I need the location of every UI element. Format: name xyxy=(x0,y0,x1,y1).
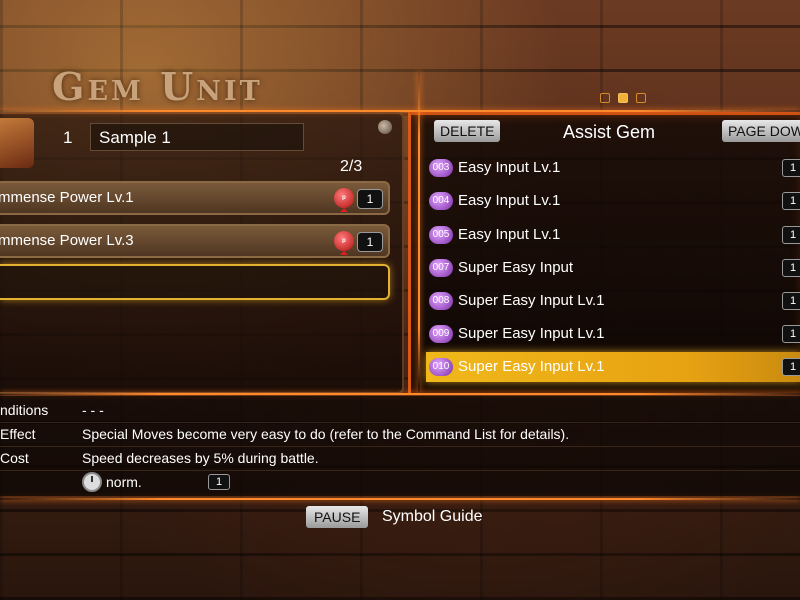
purple-gem-icon: 005 xyxy=(429,226,453,244)
gem-list-item[interactable]: 005 Easy Input Lv.1 1 xyxy=(426,220,800,250)
gem-level-badge: 1 xyxy=(357,189,383,209)
page-dot-3[interactable] xyxy=(636,93,646,103)
gem-list-item-selected[interactable]: 010 Super Easy Input Lv.1 1 xyxy=(426,352,800,382)
divider-glow-bottom xyxy=(0,498,800,500)
purple-gem-icon: 008 xyxy=(429,292,453,310)
gem-details-panel: nditions - - - Effect Special Moves beco… xyxy=(0,396,800,496)
gem-level-badge: 1 xyxy=(782,159,800,177)
cost-row: Cost Speed decreases by 5% during battle… xyxy=(0,446,800,471)
purple-gem-icon: 009 xyxy=(429,325,453,343)
gem-name: Super Easy Input Lv.1 xyxy=(458,292,605,309)
character-portrait xyxy=(0,118,34,168)
gem-name: Easy Input Lv.1 xyxy=(458,226,561,243)
screw-icon xyxy=(378,120,392,134)
cost-value: Speed decreases by 5% during battle. xyxy=(82,450,319,466)
effect-row: Effect Special Moves become very easy to… xyxy=(0,422,800,447)
equipped-gem-1[interactable]: mmense Power Lv.1 ᵖ 1 xyxy=(0,181,390,215)
gem-level-badge: 1 xyxy=(782,292,800,310)
gem-level-badge: 1 xyxy=(357,232,383,252)
effect-value: Special Moves become very easy to do (re… xyxy=(82,426,570,442)
divider-glow-middle xyxy=(0,393,800,395)
cost-label: Cost xyxy=(0,450,29,466)
purple-gem-icon: 003 xyxy=(429,159,453,177)
timing-value: norm. xyxy=(106,474,142,490)
pause-button[interactable]: PAUSE xyxy=(306,506,369,528)
clock-icon xyxy=(82,472,102,492)
equipped-gem-2[interactable]: mmense Power Lv.3 ᵖ 1 xyxy=(0,224,390,258)
gem-level-badge: 1 xyxy=(782,192,800,210)
equipped-gem-label: mmense Power Lv.1 xyxy=(0,189,134,206)
gem-list-item[interactable]: 004 Easy Input Lv.1 1 xyxy=(426,186,800,216)
conditions-row: nditions - - - xyxy=(0,398,800,423)
divider-glow-top xyxy=(0,110,800,112)
unit-slot-number: 1 xyxy=(63,128,73,147)
divider-glow-vertical xyxy=(418,72,420,392)
gem-list-item[interactable]: 003 Easy Input Lv.1 1 xyxy=(426,153,800,183)
timing-badge: 1 xyxy=(208,474,230,490)
gem-list-item[interactable]: 008 Super Easy Input Lv.1 1 xyxy=(426,286,800,316)
gem-name: Easy Input Lv.1 xyxy=(458,192,561,209)
unit-name-field[interactable]: Sample 1 xyxy=(90,123,304,151)
gem-level-badge: 1 xyxy=(782,358,800,376)
delete-button[interactable]: DELETE xyxy=(434,120,501,142)
gem-name: Super Easy Input Lv.1 xyxy=(458,358,605,375)
gem-name: Super Easy Input xyxy=(458,259,574,276)
gem-level-badge: 1 xyxy=(782,226,800,244)
equipped-count: 2/3 xyxy=(340,158,363,175)
purple-gem-icon: 010 xyxy=(429,358,453,376)
gem-list-item[interactable]: 009 Super Easy Input Lv.1 1 xyxy=(426,319,800,349)
equipped-gem-label: mmense Power Lv.3 xyxy=(0,232,134,249)
red-gem-icon: ᵖ xyxy=(334,231,354,251)
page-title: Gem Unit xyxy=(52,64,263,109)
gem-level-badge: 1 xyxy=(782,325,800,343)
gem-level-badge: 1 xyxy=(782,259,800,277)
red-gem-icon: ᵖ xyxy=(334,188,354,208)
page-dot-2[interactable] xyxy=(618,93,628,103)
page-indicator xyxy=(600,93,646,103)
empty-gem-slot[interactable] xyxy=(0,264,390,300)
effect-label: Effect xyxy=(0,426,36,442)
gem-name: Super Easy Input Lv.1 xyxy=(458,325,605,342)
page-down-button[interactable]: PAGE DOW xyxy=(722,120,800,142)
assist-gem-title: Assist Gem xyxy=(563,122,656,142)
purple-gem-icon: 004 xyxy=(429,192,453,210)
conditions-value: - - - xyxy=(82,402,104,418)
conditions-label: nditions xyxy=(0,402,49,418)
purple-gem-icon: 007 xyxy=(429,259,453,277)
gem-list-item[interactable]: 007 Super Easy Input 1 xyxy=(426,253,800,283)
gem-name: Easy Input Lv.1 xyxy=(458,159,561,176)
symbol-guide-label: Symbol Guide xyxy=(382,508,483,525)
page-dot-1[interactable] xyxy=(600,93,610,103)
timing-row: norm. 1 xyxy=(0,470,800,494)
